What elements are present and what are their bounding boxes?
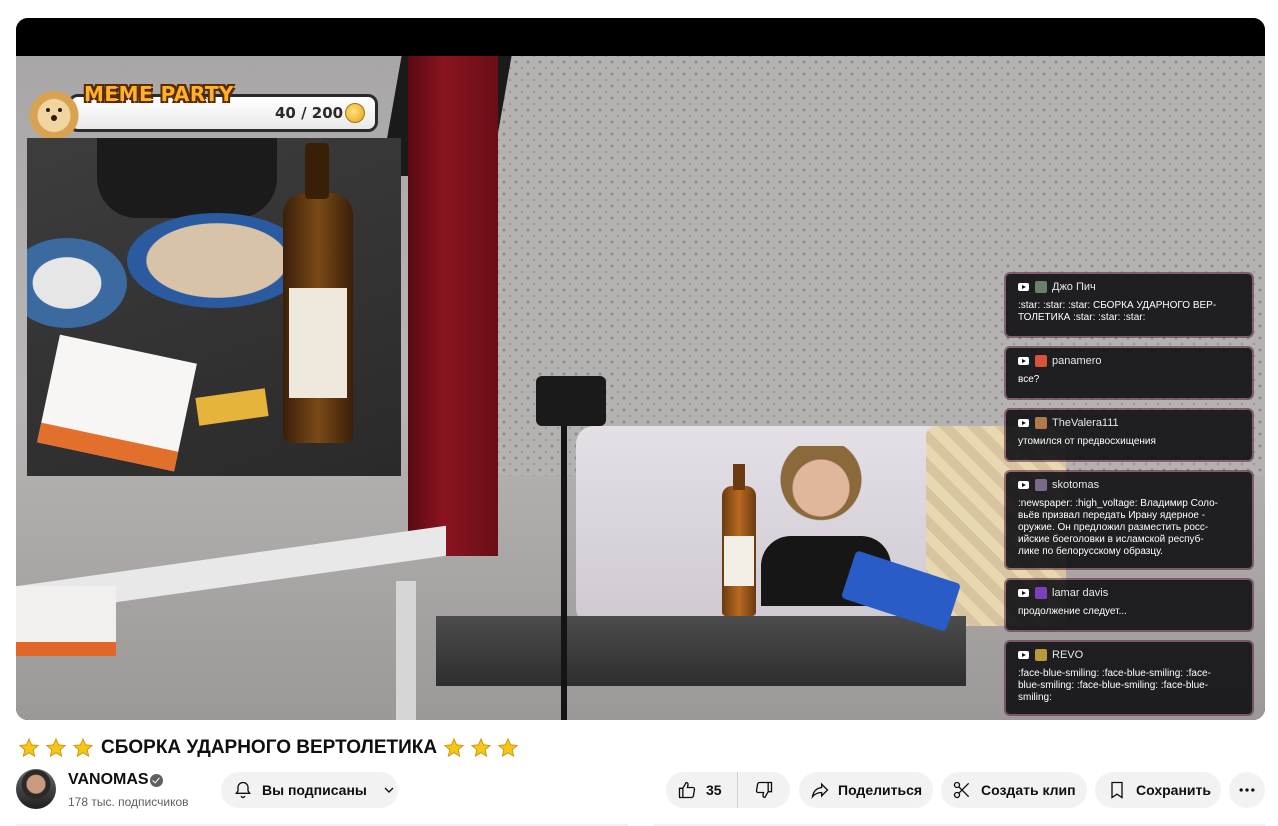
like-button[interactable]: 35 [666, 772, 738, 808]
player-top-bar [16, 18, 1265, 56]
chat-text: :face-blue-smiling: :face-blue-smiling: … [1018, 668, 1211, 703]
chat-avatar [1035, 417, 1047, 429]
chat-avatar [1035, 281, 1047, 293]
dislike-button[interactable] [738, 772, 790, 808]
create-clip-button[interactable]: Создать клип [941, 772, 1087, 808]
chat-message: skotomas :newspaper: :high_voltage: Влад… [1006, 472, 1252, 568]
verified-icon [150, 774, 163, 787]
chat-text: все? [1018, 374, 1040, 385]
bell-icon [233, 780, 253, 800]
star-icon [72, 737, 94, 759]
share-label: Поделиться [838, 782, 923, 798]
star-icon [497, 737, 519, 759]
subscribed-button[interactable]: Вы подписаны [221, 772, 398, 808]
scene-shelf-leg [396, 581, 416, 720]
picture-in-picture-cam [27, 138, 401, 476]
youtube-icon [1018, 283, 1029, 291]
doge-icon [28, 88, 80, 138]
youtube-icon [1018, 651, 1029, 659]
star-icon [18, 737, 40, 759]
like-count: 35 [706, 782, 722, 798]
video-title: СБОРКА УДАРНОГО ВЕРТОЛЕТИКА [101, 737, 438, 758]
thumbs-up-icon [677, 780, 697, 800]
chat-author: REVO [1052, 649, 1084, 661]
video-title-row: СБОРКА УДАРНОГО ВЕРТОЛЕТИКА [18, 736, 524, 760]
pip-box [37, 334, 197, 472]
meme-party-widget: 40 / 200 MEME PARTY [28, 82, 380, 138]
share-button[interactable]: Поделиться [799, 772, 933, 808]
save-label: Сохранить [1136, 782, 1211, 798]
chat-message: lamar davis продолжение следует... [1006, 580, 1252, 630]
meme-party-title: MEME PARTY [84, 82, 235, 106]
video-frame[interactable]: 40 / 200 MEME PARTY Джо Пич :star: :star… [16, 56, 1265, 720]
chat-message: panamero все? [1006, 348, 1252, 398]
chat-message: Джо Пич :star: :star: :star: СБОРКА УДАР… [1006, 274, 1252, 336]
channel-avatar[interactable] [16, 769, 56, 809]
pip-shirt [97, 138, 277, 218]
subscribed-label: Вы подписаны [262, 782, 367, 798]
youtube-icon [1018, 419, 1029, 427]
chat-text: :newspaper: :high_voltage: Владимир Соло… [1018, 498, 1218, 557]
like-dislike-group: 35 [666, 772, 790, 808]
chat-author: skotomas [1052, 479, 1100, 491]
scene-curtain [408, 56, 498, 556]
star-icon [443, 737, 465, 759]
scene-tripod [561, 396, 567, 720]
subscriber-count: 178 тыс. подписчиков [68, 795, 189, 809]
chat-avatar [1035, 587, 1047, 599]
pip-plate [127, 213, 307, 308]
chat-author: TheValera111 [1052, 417, 1119, 429]
chat-author: Джо Пич [1052, 281, 1096, 293]
chat-author: panamero [1052, 355, 1102, 367]
create-clip-label: Создать клип [981, 782, 1076, 798]
chat-message: REVO :face-blue-smiling: :face-blue-smil… [1006, 642, 1252, 714]
chat-text: :star: :star: :star: СБОРКА УДАРНОГО ВЕР… [1018, 300, 1217, 323]
scene-table [436, 616, 966, 686]
share-icon [810, 780, 830, 800]
more-horizontal-icon [1237, 780, 1257, 800]
scene-bottle-label [724, 536, 754, 586]
scene-person [776, 446, 866, 566]
chat-avatar [1035, 355, 1047, 367]
pip-plate [27, 238, 127, 328]
bookmark-icon [1107, 780, 1127, 800]
youtube-icon [1018, 357, 1029, 365]
video-player[interactable]: 40 / 200 MEME PARTY Джо Пич :star: :star… [16, 18, 1265, 720]
meme-party-count: 40 / 200 [275, 104, 344, 122]
chat-avatar [1035, 479, 1047, 491]
chevron-down-icon [381, 782, 397, 798]
chat-avatar [1035, 649, 1047, 661]
star-icon [470, 737, 492, 759]
scene-box [16, 586, 116, 656]
pip-scraper [195, 388, 269, 426]
chat-text: утомился от предвосхищения [1018, 436, 1156, 447]
pip-bottle-label [289, 288, 347, 398]
youtube-icon [1018, 481, 1029, 489]
chat-text: продолжение следует... [1018, 606, 1127, 617]
save-button[interactable]: Сохранить [1095, 772, 1221, 808]
star-icon [45, 737, 67, 759]
chat-message: TheValera111 утомился от предвосхищения [1006, 410, 1252, 460]
scene-camera [536, 376, 606, 426]
channel-name[interactable]: VANOMAS [68, 771, 149, 789]
coin-icon [345, 103, 365, 123]
thumbs-down-icon [754, 780, 774, 800]
scissors-icon [952, 780, 972, 800]
more-actions-button[interactable] [1229, 772, 1265, 808]
chat-author: lamar davis [1052, 587, 1109, 599]
youtube-icon [1018, 589, 1029, 597]
